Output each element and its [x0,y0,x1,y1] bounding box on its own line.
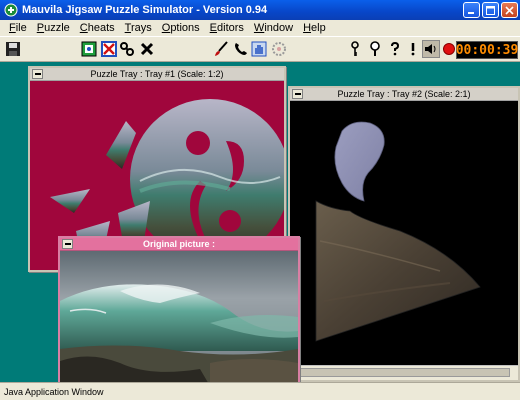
seascape-painting [60,251,298,382]
menu-window[interactable]: Window [249,22,298,34]
shuffle-button[interactable] [80,40,98,58]
original-menu-button[interactable] [62,239,73,249]
menu-file[interactable]: File [4,22,32,34]
window-title: Mauvila Jigsaw Puzzle Simulator - Versio… [22,4,268,16]
tray1-menu-button[interactable] [32,69,43,79]
tray2-titlebar[interactable]: Puzzle Tray : Tray #2 (Scale: 2:1) [290,88,518,101]
menu-options[interactable]: Options [157,22,205,34]
save-icon [6,42,20,56]
record-icon [443,43,455,55]
clear-icon [101,41,117,57]
magnifier-icon [370,41,380,56]
question-icon [391,41,400,56]
tray2-window[interactable]: Puzzle Tray : Tray #2 (Scale: 2:1) [288,86,520,382]
minimize-icon [34,73,41,75]
toolbar: 00:00:39 [0,36,520,62]
desktop-pane: Puzzle Tray : Tray #1 (Scale: 1:2) Puzzl… [0,62,520,382]
maximize-icon [486,5,495,15]
original-picture [60,251,298,382]
exclamation-button[interactable] [404,40,422,58]
save-button[interactable] [4,40,22,58]
scatter-button[interactable] [138,40,156,58]
menu-trays[interactable]: Trays [120,22,157,34]
tray1-title: Puzzle Tray : Tray #1 (Scale: 1:2) [90,69,224,79]
wedge-piece [315,200,481,342]
hand-icon [251,41,267,57]
phone-button[interactable] [232,40,250,58]
link-button[interactable] [118,40,136,58]
question-button[interactable] [386,40,404,58]
brush-button[interactable] [212,40,230,58]
window-titlebar[interactable]: Mauvila Jigsaw Puzzle Simulator - Versio… [0,0,520,20]
original-titlebar[interactable]: Original picture : [60,238,298,251]
minimize-icon [64,243,71,245]
sound-icon [425,44,436,54]
app-icon [4,3,18,17]
shuffle-icon [81,41,97,57]
minimize-icon [468,11,474,14]
exclamation-icon [411,43,415,56]
minimize-button[interactable] [463,2,480,18]
tray2-puzzle-pieces [315,121,481,342]
key-button[interactable] [346,40,364,58]
minimize-icon [294,93,301,95]
menu-puzzle[interactable]: Puzzle [32,22,75,34]
tray2-hscroll-thumb[interactable] [300,368,510,377]
floating-piece [334,121,385,202]
menu-help[interactable]: Help [298,22,331,34]
hand-button[interactable] [250,40,268,58]
clear-button[interactable] [100,40,118,58]
menu-editors[interactable]: Editors [205,22,249,34]
original-picture-window[interactable]: Original picture : [58,236,300,382]
key-icon [351,41,359,56]
close-button[interactable] [501,2,518,18]
tray2-title: Puzzle Tray : Tray #2 (Scale: 2:1) [337,89,471,99]
tray1-titlebar[interactable]: Puzzle Tray : Tray #1 (Scale: 1:2) [30,68,284,81]
gear-button[interactable] [270,40,288,58]
maximize-button[interactable] [482,2,499,18]
gear-icon [272,42,286,56]
status-bar: Java Application Window [0,382,520,400]
tray2-menu-button[interactable] [292,89,303,99]
original-title: Original picture : [142,239,215,249]
elapsed-timer: 00:00:39 [455,41,519,59]
close-icon [505,5,514,15]
menu-cheats[interactable]: Cheats [75,22,120,34]
phone-icon [235,43,247,55]
brush-icon [215,41,228,56]
sound-button[interactable] [422,40,440,58]
magnifier-button[interactable] [366,40,384,58]
scatter-icon [140,42,154,56]
link-icon [120,42,134,56]
status-text: Java Application Window [4,386,104,397]
tray2-canvas[interactable] [290,101,518,365]
tray2-hscrollbar[interactable] [290,365,518,379]
menu-bar: File Puzzle Cheats Trays Options Editors… [0,20,520,36]
